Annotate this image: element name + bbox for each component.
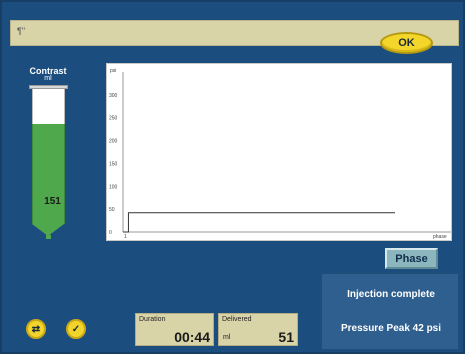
y-tick-label: 50 (109, 207, 115, 213)
pressure-chart-svg: psi 300 250 200 150 100 50 0 1 phase (109, 68, 451, 240)
delivered-unit: ml (223, 334, 231, 341)
status-injection: Injection complete (347, 289, 435, 300)
x-tick-label: 1 (124, 234, 127, 240)
checkmark-button[interactable]: ✓ (66, 319, 86, 339)
phase-button-label: Phase (395, 252, 428, 265)
status-pressure-peak: Pressure Peak 42 psi (340, 323, 442, 334)
message-mark: ¶" (17, 26, 26, 36)
delivered-label: Delivered (222, 316, 252, 323)
x-axis-label: phase (433, 234, 447, 240)
syringe-empty-volume (32, 89, 65, 124)
delivered-value: 51 (278, 329, 294, 345)
pressure-chart: psi 300 250 200 150 100 50 0 1 phase (106, 63, 452, 241)
swap-arrows-icon: ⇄ (31, 323, 41, 335)
syringe-nozzle (46, 235, 51, 239)
ok-button[interactable]: OK (380, 32, 433, 54)
y-tick-label: 250 (109, 116, 118, 122)
y-tick-label: 0 (109, 230, 112, 236)
ok-button-label: OK (398, 37, 415, 49)
phase-button[interactable]: Phase (385, 248, 438, 269)
contrast-volume-value: 151 (44, 196, 61, 207)
status-panel: Injection complete Pressure Peak 42 psi (321, 273, 459, 350)
contrast-syringe: 151 (29, 85, 68, 240)
duration-box: Duration 00:44 (135, 313, 214, 346)
syringe-fill-volume: 151 (32, 124, 65, 224)
y-tick-label: 300 (109, 93, 118, 99)
pressure-series-line (123, 212, 395, 233)
duration-label: Duration (139, 316, 166, 323)
duration-value: 00:44 (174, 329, 210, 345)
swap-arrows-button[interactable]: ⇄ (26, 319, 46, 339)
checkmark-icon: ✓ (71, 323, 81, 335)
delivered-box: Delivered ml 51 (218, 313, 298, 346)
y-tick-label: 150 (109, 161, 118, 167)
injector-screen: ¶" OK Contrast ml 151 psi 300 250 200 150 100… (0, 0, 465, 354)
contrast-unit: ml (44, 75, 52, 82)
y-axis-label: psi (110, 68, 116, 74)
y-tick-label: 100 (109, 184, 118, 190)
y-tick-label: 200 (109, 139, 118, 145)
